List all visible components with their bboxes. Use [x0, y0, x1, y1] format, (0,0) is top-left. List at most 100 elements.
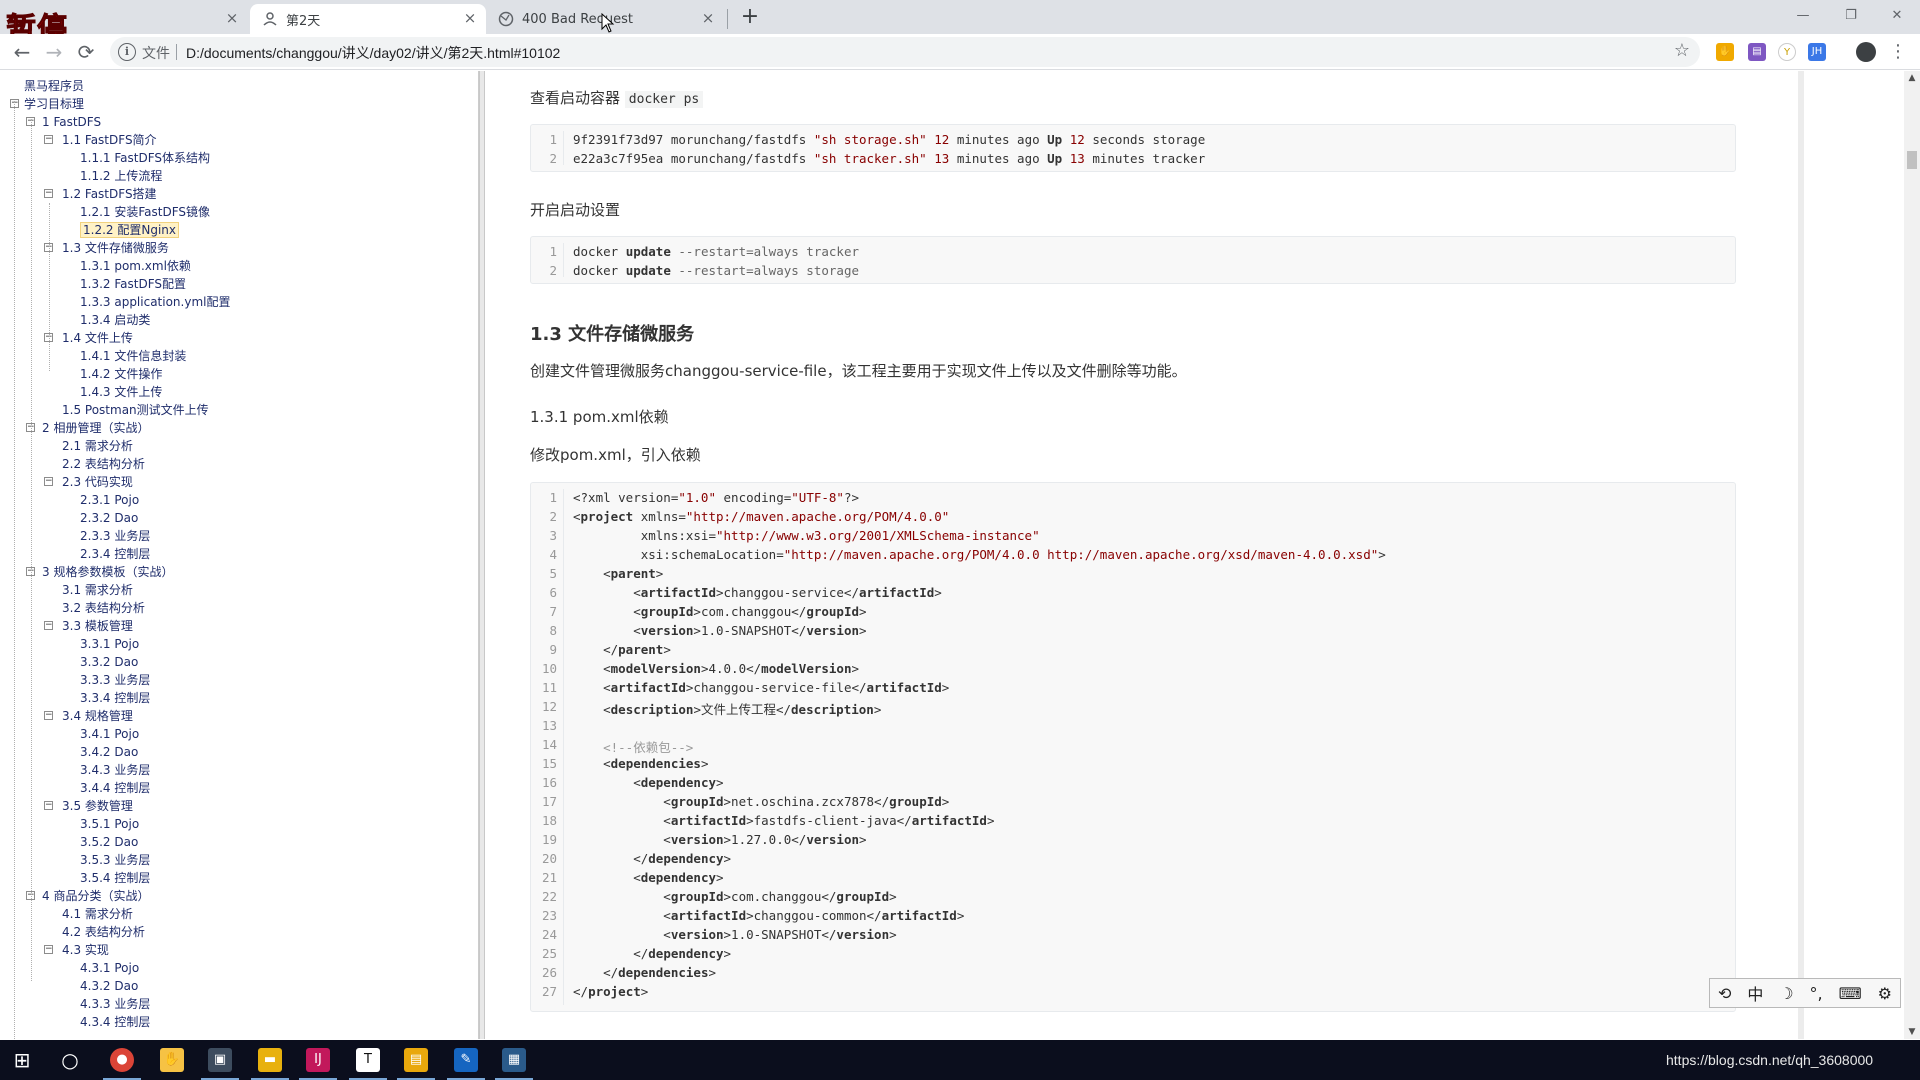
typora-icon[interactable]: T — [356, 1048, 380, 1072]
tree-collapse-icon[interactable]: − — [44, 189, 53, 198]
toc-item[interactable]: 1.4.3 文件上传 — [80, 383, 162, 401]
close-window-button[interactable]: ✕ — [1874, 2, 1920, 30]
url-text[interactable]: D:/documents/changgou/讲义/day02/讲义/第2天.ht… — [186, 43, 560, 63]
ime-moon-icon[interactable]: ☽ — [1779, 984, 1793, 1003]
tree-collapse-icon[interactable]: − — [44, 621, 53, 630]
toc-item[interactable]: 3.4.1 Pojo — [80, 725, 139, 743]
toc-item[interactable]: 1.2.2 配置Nginx — [80, 221, 179, 239]
extension-hand-icon[interactable]: ✋ — [1716, 43, 1734, 61]
toc-item[interactable]: 1.2.1 安装FastDFS镜像 — [80, 203, 210, 221]
chrome-icon[interactable]: ● — [110, 1048, 134, 1072]
toc-item[interactable]: 2.3.1 Pojo — [80, 491, 139, 509]
bookmark-star-icon[interactable]: ☆ — [1674, 40, 1690, 61]
toc-item[interactable]: 3.3.4 控制层 — [80, 689, 150, 707]
tab-close-icon[interactable]: × — [224, 10, 240, 26]
toc-item[interactable]: 3.5.3 业务层 — [80, 851, 150, 869]
reload-button[interactable]: ⟳ — [72, 38, 100, 66]
toc-item[interactable]: 3.1 需求分析 — [62, 581, 133, 599]
extension-jh-icon[interactable]: JH — [1808, 43, 1826, 61]
ime-settings-icon[interactable]: ⚙ — [1878, 984, 1892, 1003]
toc-item[interactable]: 3 规格参数模板（实战） — [42, 563, 173, 581]
toc-item[interactable]: 学习目标理 — [24, 95, 84, 113]
start-windows-icon[interactable]: ⊞ — [10, 1048, 34, 1072]
new-tab-button[interactable]: + — [738, 6, 762, 30]
toc-item[interactable]: 3.5.1 Pojo — [80, 815, 139, 833]
extension-box-icon[interactable]: ▤ — [1748, 43, 1766, 61]
toc-item[interactable]: 3.5 参数管理 — [62, 797, 133, 815]
tree-collapse-icon[interactable]: − — [44, 801, 53, 810]
profile-avatar-icon[interactable] — [1856, 42, 1876, 62]
ime-keyboard-icon[interactable]: ⌨ — [1839, 984, 1862, 1003]
tree-collapse-icon[interactable]: − — [44, 711, 53, 720]
search-icon[interactable]: ○ — [58, 1048, 82, 1072]
toc-item[interactable]: 4 商品分类（实战） — [42, 887, 149, 905]
browser-menu-icon[interactable]: ⋮ — [1888, 40, 1908, 64]
notes-app-icon[interactable]: ▤ — [404, 1048, 428, 1072]
scroll-thumb[interactable] — [1907, 151, 1917, 169]
ime-chinese-mode[interactable]: 中 — [1747, 981, 1763, 1005]
toc-item[interactable]: 1.2 FastDFS搭建 — [62, 185, 157, 203]
tab-close-icon[interactable]: × — [462, 10, 478, 26]
toc-item[interactable]: 3.2 表结构分析 — [62, 599, 145, 617]
toc-item[interactable]: 2.3.2 Dao — [80, 509, 138, 527]
toc-item[interactable]: 3.4.4 控制层 — [80, 779, 150, 797]
toc-item[interactable]: 2.3.4 控制层 — [80, 545, 150, 563]
toc-item[interactable]: 1.3.2 FastDFS配置 — [80, 275, 186, 293]
toc-item[interactable]: 1.3 文件存储微服务 — [62, 239, 169, 257]
toc-item[interactable]: 2.3.3 业务层 — [80, 527, 150, 545]
page-scrollbar[interactable]: ▲ ▼ — [1904, 71, 1920, 1039]
toc-item[interactable]: 1.4.2 文件操作 — [80, 365, 162, 383]
toc-item[interactable]: 3.4.3 业务层 — [80, 761, 150, 779]
toc-item[interactable]: 4.1 需求分析 — [62, 905, 133, 923]
tree-collapse-icon[interactable]: − — [44, 135, 53, 144]
toc-item[interactable]: 3.4.2 Dao — [80, 743, 138, 761]
ime-logo-icon[interactable]: ⟲ — [1718, 984, 1731, 1003]
address-bar[interactable]: i 文件 D:/documents/changgou/讲义/day02/讲义/第… — [110, 37, 1700, 67]
toc-item[interactable]: 4.3.2 Dao — [80, 977, 138, 995]
image-app-icon[interactable]: ▣ — [208, 1048, 232, 1072]
hand-app-icon[interactable]: ✋ — [160, 1048, 184, 1072]
tree-collapse-icon[interactable]: − — [44, 945, 53, 954]
toc-item[interactable]: 2 相册管理（实战） — [42, 419, 149, 437]
toc-item[interactable]: 4.3.3 业务层 — [80, 995, 150, 1013]
toc-item[interactable]: 1.5 Postman测试文件上传 — [62, 401, 209, 419]
back-button[interactable]: ← — [8, 38, 36, 66]
toc-item[interactable]: 3.3.2 Dao — [80, 653, 138, 671]
scroll-up-arrow-icon[interactable]: ▲ — [1904, 71, 1920, 85]
folder-icon[interactable]: ▬ — [258, 1048, 282, 1072]
toc-item[interactable]: 3.3.1 Pojo — [80, 635, 139, 653]
toc-item[interactable]: 2.3 代码实现 — [62, 473, 133, 491]
toc-item[interactable]: 1.3.4 启动类 — [80, 311, 150, 329]
ime-punctuation-icon[interactable]: °, — [1810, 984, 1823, 1003]
draw-app-icon[interactable]: ✎ — [454, 1048, 478, 1072]
toc-item[interactable]: 1.3.3 application.yml配置 — [80, 293, 230, 311]
toc-item[interactable]: 3.5.4 控制层 — [80, 869, 150, 887]
toc-item[interactable]: 黑马程序员 — [24, 77, 84, 95]
toc-item[interactable]: 4.2 表结构分析 — [62, 923, 145, 941]
toc-item[interactable]: 3.4 规格管理 — [62, 707, 133, 725]
toc-item[interactable]: 3.3.3 业务层 — [80, 671, 150, 689]
toc-item[interactable]: 2.1 需求分析 — [62, 437, 133, 455]
toc-item[interactable]: 1.4.1 文件信息封装 — [80, 347, 186, 365]
toc-item[interactable]: 4.3 实现 — [62, 941, 109, 959]
toc-item[interactable]: 1.1.1 FastDFS体系结构 — [80, 149, 210, 167]
extension-y-icon[interactable]: Y — [1778, 43, 1796, 61]
presentation-app-icon[interactable]: ▦ — [502, 1048, 526, 1072]
forward-button[interactable]: → — [40, 38, 68, 66]
toc-item[interactable]: 3.3 模板管理 — [62, 617, 133, 635]
tab-close-icon[interactable]: × — [700, 10, 716, 26]
scroll-down-arrow-icon[interactable]: ▼ — [1904, 1025, 1920, 1039]
minimize-button[interactable]: — — [1780, 2, 1826, 30]
toc-item[interactable]: 2.2 表结构分析 — [62, 455, 145, 473]
restore-button[interactable]: ❐ — [1828, 2, 1874, 30]
toc-item[interactable]: 1.1 FastDFS简介 — [62, 131, 157, 149]
toc-item[interactable]: 1 FastDFS — [42, 113, 101, 131]
toc-item[interactable]: 4.3.4 控制层 — [80, 1013, 150, 1031]
intellij-icon[interactable]: IJ — [306, 1048, 330, 1072]
toc-item[interactable]: 3.5.2 Dao — [80, 833, 138, 851]
toc-item[interactable]: 1.1.2 上传流程 — [80, 167, 162, 185]
toc-item[interactable]: 4.3.1 Pojo — [80, 959, 139, 977]
info-icon[interactable]: i — [118, 43, 136, 61]
toc-item[interactable]: 1.4 文件上传 — [62, 329, 133, 347]
tree-collapse-icon[interactable]: − — [44, 477, 53, 486]
